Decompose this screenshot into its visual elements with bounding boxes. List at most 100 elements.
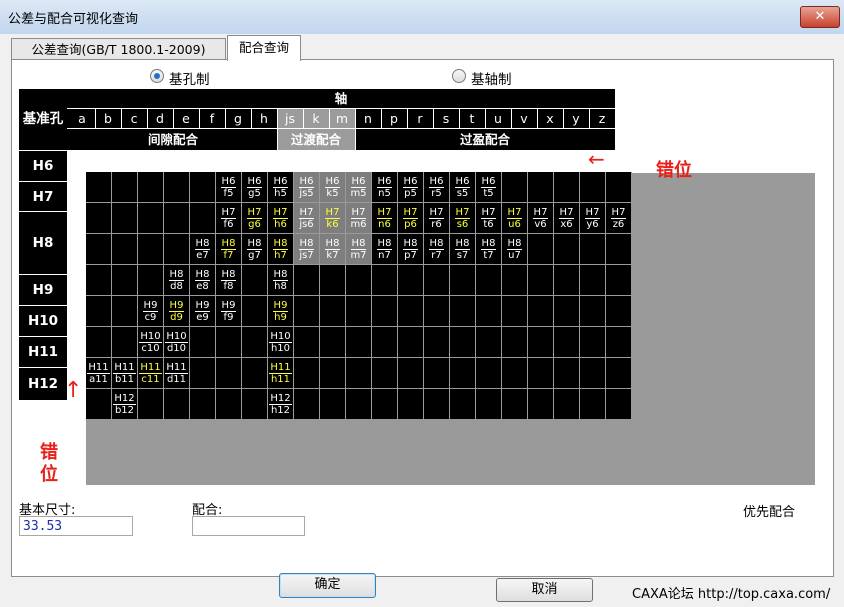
fit-cell-h8-h8[interactable]: H8 h8 <box>268 265 294 296</box>
fit-cell-h6-f5[interactable]: H6 f5 <box>216 172 242 203</box>
fit-cell-h7-n6[interactable]: H7 n6 <box>372 203 398 234</box>
fit-cell-h6-p5[interactable]: H6 p5 <box>398 172 424 203</box>
grid-cell <box>554 172 580 203</box>
tab-tolerance-query[interactable]: 公差查询(GB/T 1800.1-2009) <box>11 38 226 61</box>
fit-hole-tolerance: H8 <box>272 269 289 281</box>
fit-cell-h8-p7[interactable]: H8 p7 <box>398 234 424 265</box>
fit-cell-h6-n5[interactable]: H6 n5 <box>372 172 398 203</box>
fit-cell-h8-h7[interactable]: H8 h7 <box>268 234 294 265</box>
fit-input[interactable] <box>192 516 305 536</box>
grid-cell <box>606 358 632 389</box>
misalign-label-right: 错位 <box>656 160 692 181</box>
fit-cell-h7-u6[interactable]: H7 u6 <box>502 203 528 234</box>
grid-cell <box>502 172 528 203</box>
fit-cell-h12-b12[interactable]: H12 b12 <box>112 389 138 420</box>
hole-h11[interactable]: H11 <box>19 336 67 368</box>
fit-cell-h12-h12[interactable]: H12 h12 <box>268 389 294 420</box>
fit-cell-h9-e9[interactable]: H9 e9 <box>190 296 216 327</box>
radio-shaft-basis[interactable] <box>452 69 466 83</box>
grid-cell <box>450 327 476 358</box>
fit-cell-h8-r7[interactable]: H8 r7 <box>424 234 450 265</box>
fit-cell-h10-c10[interactable]: H10 c10 <box>138 327 164 358</box>
radio-hole-basis-label[interactable]: 基孔制 <box>169 68 210 88</box>
fit-cell-h8-f8[interactable]: H8 f8 <box>216 265 242 296</box>
fit-hole-tolerance: H8 <box>376 238 393 250</box>
fit-cell-h8-e7[interactable]: H8 e7 <box>190 234 216 265</box>
shaft-letter-c: c <box>130 111 138 126</box>
hole-h8[interactable]: H8 <box>19 211 67 275</box>
fit-cell-h8-g7[interactable]: H8 g7 <box>242 234 268 265</box>
fit-shaft-tolerance: r5 <box>431 188 442 199</box>
fit-cell-h6-m5[interactable]: H6 m5 <box>346 172 372 203</box>
fit-cell-h8-e8[interactable]: H8 e8 <box>190 265 216 296</box>
fit-cell-h6-s5[interactable]: H6 s5 <box>450 172 476 203</box>
fit-cell-h6-k5[interactable]: H6 k5 <box>320 172 346 203</box>
fit-cell-h8-f7[interactable]: H8 f7 <box>216 234 242 265</box>
fit-cell-h8-t7[interactable]: H8 t7 <box>476 234 502 265</box>
grid-cell <box>242 389 268 420</box>
fit-cell-h9-f9[interactable]: H9 f9 <box>216 296 242 327</box>
fit-cell-h7-p6[interactable]: H7 p6 <box>398 203 424 234</box>
grid-cell <box>554 265 580 296</box>
fit-cell-h11-c11[interactable]: H11 c11 <box>138 358 164 389</box>
ok-button[interactable]: 确定 <box>279 573 376 598</box>
fit-cell-h7-f6[interactable]: H7 f6 <box>216 203 242 234</box>
fit-cell-h8-d8[interactable]: H8 d8 <box>164 265 190 296</box>
hole-h6[interactable]: H6 <box>19 150 67 182</box>
fit-cell-h8-k7[interactable]: H8 k7 <box>320 234 346 265</box>
grid-cell <box>398 327 424 358</box>
hole-h9[interactable]: H9 <box>19 274 67 306</box>
cancel-button[interactable]: 取消 <box>496 578 593 602</box>
shaft-header: 轴 a b c d e f g h js k m n p r s t u v x y z 间隙配合 过渡配合 过盈配合 <box>67 89 615 150</box>
fit-shaft-tolerance: f9 <box>223 312 234 323</box>
fit-shaft-tolerance: n7 <box>378 250 391 261</box>
fit-cell-h6-g5[interactable]: H6 g5 <box>242 172 268 203</box>
fit-cell-h6-r5[interactable]: H6 r5 <box>424 172 450 203</box>
basic-size-input[interactable]: 33.53 <box>19 516 133 536</box>
hole-h12[interactable]: H12 <box>19 367 67 401</box>
fit-cell-h8-n7[interactable]: H8 n7 <box>372 234 398 265</box>
fit-cell-h7-m6[interactable]: H7 m6 <box>346 203 372 234</box>
fit-cell-h7-z6[interactable]: H7 z6 <box>606 203 632 234</box>
fit-cell-h11-b11[interactable]: H11 b11 <box>112 358 138 389</box>
fit-cell-h10-h10[interactable]: H10 h10 <box>268 327 294 358</box>
hole-h10[interactable]: H10 <box>19 305 67 337</box>
fit-cell-h7-v6[interactable]: H7 v6 <box>528 203 554 234</box>
fit-cell-h8-js7[interactable]: H8 js7 <box>294 234 320 265</box>
fit-cell-h7-x6[interactable]: H7 x6 <box>554 203 580 234</box>
fit-cell-h7-js6[interactable]: H7 js6 <box>294 203 320 234</box>
grid-cell <box>294 327 320 358</box>
fit-cell-h6-t5[interactable]: H6 t5 <box>476 172 502 203</box>
grid-cell <box>294 358 320 389</box>
fit-cell-h11-d11[interactable]: H11 d11 <box>164 358 190 389</box>
fit-cell-h7-g6[interactable]: H7 g6 <box>242 203 268 234</box>
fit-cell-h9-c9[interactable]: H9 c9 <box>138 296 164 327</box>
fit-cell-h11-a11[interactable]: H11 a11 <box>86 358 112 389</box>
fit-cell-h7-s6[interactable]: H7 s6 <box>450 203 476 234</box>
tab-fit-query[interactable]: 配合查询 <box>227 35 301 61</box>
fit-cell-h7-t6[interactable]: H7 t6 <box>476 203 502 234</box>
fit-cell-h9-d9[interactable]: H9 d9 <box>164 296 190 327</box>
fit-cell-h8-s7[interactable]: H8 s7 <box>450 234 476 265</box>
fit-cell-h11-h11[interactable]: H11 h11 <box>268 358 294 389</box>
close-button[interactable]: ✕ <box>800 6 840 28</box>
fit-cell-h7-y6[interactable]: H7 y6 <box>580 203 606 234</box>
hole-h7[interactable]: H7 <box>19 181 67 212</box>
grid-cell <box>112 327 138 358</box>
fit-cell-h8-u7[interactable]: H8 u7 <box>502 234 528 265</box>
fit-hole-tolerance: H9 <box>168 300 185 312</box>
fit-cell-h7-h6[interactable]: H7 h6 <box>268 203 294 234</box>
fit-shaft-tolerance: js6 <box>299 219 314 230</box>
grid-cell <box>86 172 112 203</box>
fit-cell-h8-m7[interactable]: H8 m7 <box>346 234 372 265</box>
grid-cell <box>554 389 580 420</box>
radio-shaft-basis-label[interactable]: 基轴制 <box>471 68 512 88</box>
fit-cell-h7-k6[interactable]: H7 k6 <box>320 203 346 234</box>
fit-cell-h10-d10[interactable]: H10 d10 <box>164 327 190 358</box>
fit-cell-h7-r6[interactable]: H7 r6 <box>424 203 450 234</box>
radio-hole-basis[interactable] <box>150 69 164 83</box>
fit-cell-h6-js5[interactable]: H6 js5 <box>294 172 320 203</box>
fit-cell-h6-h5[interactable]: H6 h5 <box>268 172 294 203</box>
fit-cell-h9-h9[interactable]: H9 h9 <box>268 296 294 327</box>
fit-hole-tolerance: H9 <box>220 300 237 312</box>
